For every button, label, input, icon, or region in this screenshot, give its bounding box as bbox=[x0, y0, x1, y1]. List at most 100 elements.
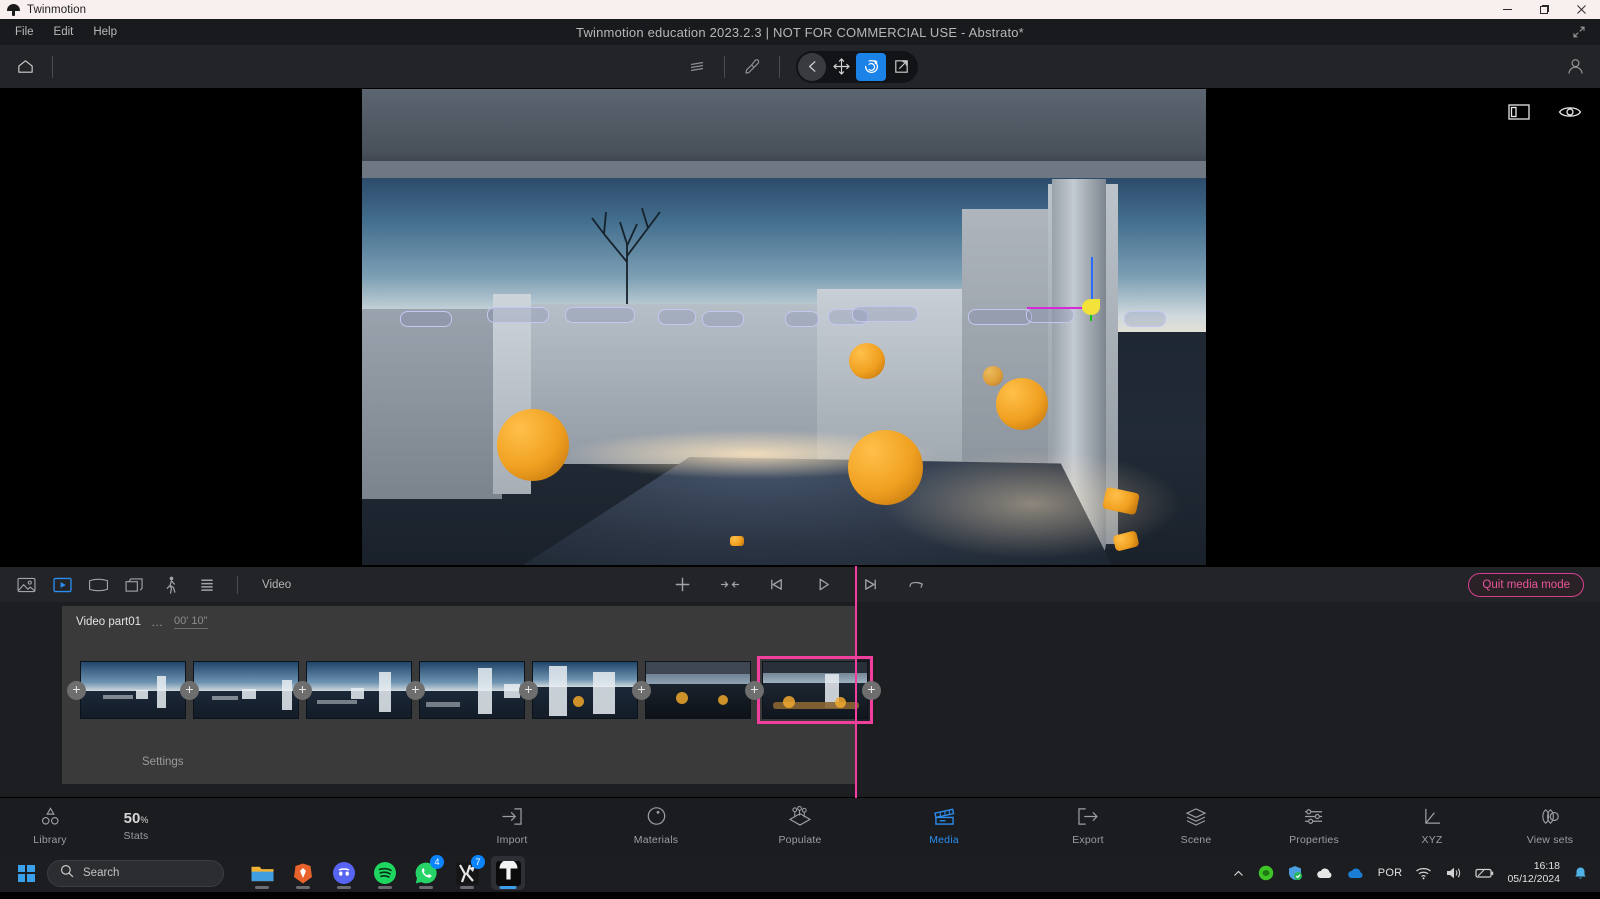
media-bar-right: Quit media mode bbox=[1468, 572, 1600, 597]
nav-export[interactable]: Export bbox=[1052, 806, 1124, 846]
keyframe-thumbnail-selected[interactable] bbox=[757, 656, 873, 724]
notification-bell-icon[interactable] bbox=[1573, 866, 1588, 881]
axis-handle[interactable] bbox=[1082, 299, 1100, 315]
file-explorer-icon[interactable] bbox=[245, 856, 279, 890]
keyframe-thumbnail[interactable] bbox=[532, 661, 638, 719]
add-keyframe-button[interactable]: + bbox=[519, 681, 538, 700]
properties-sliders-icon bbox=[1303, 807, 1325, 831]
language-indicator[interactable]: POR bbox=[1378, 867, 1403, 879]
add-keyframe-button[interactable]: + bbox=[632, 681, 651, 700]
wifi-icon[interactable] bbox=[1415, 866, 1432, 880]
toolbar-right bbox=[1565, 56, 1600, 77]
scene-ceiling-band bbox=[362, 161, 1206, 178]
clip-options-icon[interactable]: … bbox=[151, 615, 164, 629]
search-input[interactable]: Search bbox=[47, 859, 224, 887]
export-arrow-icon bbox=[1077, 807, 1099, 831]
nvidia-icon[interactable] bbox=[1258, 865, 1274, 881]
system-tray: POR 16:18 05/12/2024 bbox=[1232, 860, 1600, 886]
toolbar-center bbox=[0, 50, 1600, 83]
keyframe-thumbnail[interactable] bbox=[306, 661, 412, 719]
nav-materials[interactable]: Materials bbox=[620, 806, 692, 846]
timeline-settings-label[interactable]: Settings bbox=[142, 756, 184, 768]
eye-visibility-icon[interactable] bbox=[1558, 104, 1582, 120]
scene-sphere bbox=[996, 378, 1048, 430]
gaming-app-badge: 7 bbox=[471, 855, 485, 869]
onedrive-icon[interactable] bbox=[1347, 867, 1365, 880]
brave-browser-icon[interactable] bbox=[286, 856, 320, 890]
minimize-button[interactable] bbox=[1489, 0, 1526, 19]
nav-view-sets[interactable]: View sets bbox=[1514, 807, 1586, 846]
application-title: Twinmotion education 2023.2.3 | NOT FOR … bbox=[576, 24, 1024, 40]
panel-toggle-icon[interactable] bbox=[1508, 104, 1530, 120]
windows-start-icon[interactable] bbox=[12, 859, 40, 887]
quit-media-mode-button[interactable]: Quit media mode bbox=[1468, 572, 1584, 597]
nav-populate[interactable]: Populate bbox=[764, 805, 836, 846]
add-keyframe-button[interactable]: + bbox=[745, 681, 764, 700]
security-shield-icon[interactable] bbox=[1287, 865, 1303, 881]
back-arrow-icon[interactable] bbox=[798, 52, 826, 81]
keyframe-thumbnail[interactable] bbox=[419, 661, 525, 719]
spotify-icon[interactable] bbox=[368, 856, 402, 890]
nav-xyz[interactable]: XYZ bbox=[1396, 807, 1468, 846]
add-keyframe-icon[interactable] bbox=[670, 574, 695, 596]
scene-car-outline bbox=[565, 307, 635, 323]
timeline-clip-header: Video part01 … 00' 10" bbox=[62, 606, 857, 629]
show-hidden-icons-chevron[interactable] bbox=[1232, 867, 1245, 880]
eyedropper-icon[interactable] bbox=[737, 52, 767, 82]
viewport-3d[interactable] bbox=[0, 88, 1600, 566]
menu-file[interactable]: File bbox=[6, 23, 43, 41]
twinmotion-logo-icon bbox=[7, 3, 20, 16]
add-keyframe-button[interactable]: + bbox=[67, 681, 86, 700]
media-toolbar: Video Quit media mode bbox=[0, 566, 1600, 602]
battery-icon[interactable] bbox=[1475, 867, 1494, 879]
nav-media[interactable]: Media bbox=[908, 806, 980, 846]
playback-controls bbox=[0, 574, 1600, 596]
move-tool-icon[interactable] bbox=[826, 53, 856, 81]
add-keyframe-button[interactable]: + bbox=[406, 681, 425, 700]
transform-gizmo-axis[interactable] bbox=[1027, 257, 1132, 337]
clip-duration[interactable]: 00' 10" bbox=[174, 615, 208, 629]
taskbar-clock[interactable]: 16:18 05/12/2024 bbox=[1507, 860, 1560, 886]
whatsapp-icon[interactable]: 4 bbox=[409, 855, 444, 890]
timeline-track[interactable]: Video part01 … 00' 10" + + + + + + + + S… bbox=[62, 606, 881, 784]
twinmotion-taskbar-icon[interactable] bbox=[491, 856, 525, 890]
keyframe-thumbnail[interactable] bbox=[193, 661, 299, 719]
maximize-button[interactable] bbox=[1526, 0, 1563, 19]
menu-help[interactable]: Help bbox=[84, 23, 126, 41]
nav-import-label: Import bbox=[496, 833, 528, 846]
gizmo-tool-group bbox=[796, 50, 918, 83]
play-icon[interactable] bbox=[811, 574, 836, 596]
window-app-name: Twinmotion bbox=[27, 3, 87, 16]
skip-to-start-icon[interactable] bbox=[764, 574, 789, 596]
nav-scene[interactable]: Scene bbox=[1160, 807, 1232, 846]
rotate-tool-icon[interactable] bbox=[856, 52, 886, 81]
xyz-axis-icon bbox=[1422, 807, 1443, 831]
nav-import[interactable]: Import bbox=[476, 806, 548, 846]
expand-arrow-icon[interactable] bbox=[1572, 25, 1586, 39]
timeline-playhead[interactable] bbox=[855, 566, 857, 798]
add-keyframe-button[interactable]: + bbox=[862, 681, 881, 700]
scene-sphere bbox=[848, 430, 923, 505]
user-account-icon[interactable] bbox=[1565, 56, 1586, 77]
add-keyframe-button[interactable]: + bbox=[293, 681, 312, 700]
scale-tool-icon[interactable] bbox=[886, 53, 916, 81]
add-keyframe-button[interactable]: + bbox=[180, 681, 199, 700]
materials-sphere-icon bbox=[646, 806, 667, 831]
cloud-icon[interactable] bbox=[1316, 867, 1334, 880]
clip-title: Video part01 bbox=[76, 616, 142, 628]
keyframe-thumbnail[interactable] bbox=[80, 661, 186, 719]
close-button[interactable] bbox=[1563, 0, 1600, 19]
keyframe-thumbnail[interactable] bbox=[645, 661, 751, 719]
toolbar-separator-3 bbox=[779, 55, 780, 78]
layers-icon[interactable] bbox=[682, 52, 712, 82]
loop-icon[interactable] bbox=[905, 574, 930, 596]
nav-properties[interactable]: Properties bbox=[1278, 807, 1350, 846]
nav-properties-label: Properties bbox=[1289, 833, 1339, 846]
volume-icon[interactable] bbox=[1445, 866, 1462, 880]
toolbar-separator-2 bbox=[724, 55, 725, 78]
discord-icon[interactable] bbox=[327, 856, 361, 890]
menu-edit[interactable]: Edit bbox=[45, 23, 83, 41]
skip-to-end-icon[interactable] bbox=[858, 574, 883, 596]
gaming-app-icon[interactable]: 7 bbox=[450, 855, 485, 890]
collapse-icon[interactable] bbox=[717, 574, 742, 596]
